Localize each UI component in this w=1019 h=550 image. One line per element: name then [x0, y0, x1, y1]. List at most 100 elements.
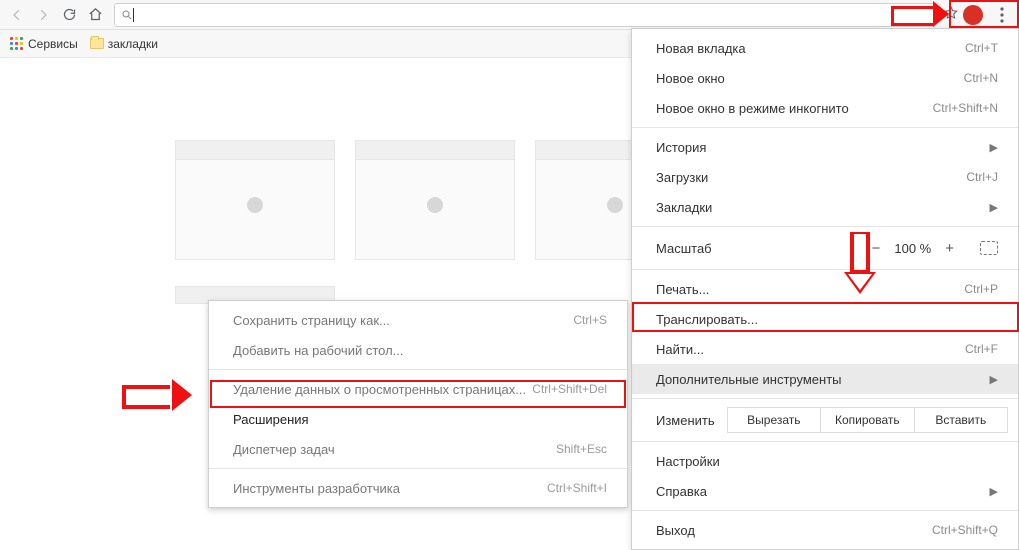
reload-icon — [62, 7, 77, 22]
arrow-left-icon — [10, 8, 24, 22]
apps-label: Сервисы — [28, 37, 78, 51]
home-icon — [88, 7, 103, 22]
reload-button[interactable] — [56, 2, 82, 28]
submenu-clear-data[interactable]: Удаление данных о просмотренных страница… — [209, 374, 627, 404]
menu-separator — [632, 127, 1018, 128]
menu-bookmarks[interactable]: Закладки ▶ — [632, 192, 1018, 222]
shortcut-label: Ctrl+T — [965, 41, 998, 55]
extension-badge-icon[interactable] — [963, 5, 983, 25]
menu-item-label: Удаление данных о просмотренных страница… — [233, 382, 526, 397]
main-menu-button[interactable] — [989, 2, 1015, 28]
menu-item-label: Диспетчер задач — [233, 442, 335, 457]
url-input[interactable] — [138, 7, 930, 22]
annotation-arrow-icon — [122, 381, 192, 407]
apps-shortcut[interactable]: Сервисы — [10, 37, 78, 51]
menu-item-label: Добавить на рабочий стол... — [233, 343, 404, 358]
vertical-dots-icon — [1000, 7, 1004, 23]
annotation-arrow-icon — [842, 232, 878, 296]
text-cursor — [133, 8, 134, 22]
annotation-arrow-icon — [891, 6, 947, 22]
menu-separator — [209, 369, 627, 370]
shortcut-label: Ctrl+Shift+Q — [932, 523, 998, 537]
main-menu: Новая вкладка Ctrl+T Новое окно Ctrl+N Н… — [631, 28, 1019, 550]
edit-paste-button[interactable]: Вставить — [914, 407, 1008, 433]
shortcut-label: Ctrl+N — [964, 71, 998, 85]
menu-help[interactable]: Справка ▶ — [632, 476, 1018, 506]
address-bar[interactable] — [114, 3, 937, 27]
menu-item-label: Новое окно в режиме инкогнито — [656, 101, 849, 116]
submenu-arrow-icon: ▶ — [990, 201, 998, 214]
submenu-save-as[interactable]: Сохранить страницу как... Ctrl+S — [209, 305, 627, 335]
menu-item-label: Новое окно — [656, 71, 725, 86]
menu-item-label: Печать... — [656, 282, 709, 297]
shortcut-label: Ctrl+Shift+N — [933, 101, 998, 115]
menu-settings[interactable]: Настройки — [632, 446, 1018, 476]
menu-separator — [632, 398, 1018, 399]
submenu-arrow-icon: ▶ — [990, 141, 998, 154]
browser-toolbar — [0, 0, 1019, 30]
menu-incognito[interactable]: Новое окно в режиме инкогнито Ctrl+Shift… — [632, 93, 1018, 123]
menu-history[interactable]: История ▶ — [632, 132, 1018, 162]
submenu-task-manager[interactable]: Диспетчер задач Shift+Esc — [209, 434, 627, 464]
menu-print[interactable]: Печать... Ctrl+P — [632, 274, 1018, 304]
arrow-right-icon — [36, 8, 50, 22]
zoom-label: Масштаб — [656, 241, 712, 256]
menu-exit[interactable]: Выход Ctrl+Shift+Q — [632, 515, 1018, 545]
forward-button[interactable] — [30, 2, 56, 28]
bookmarks-folder[interactable]: закладки — [90, 37, 158, 51]
menu-item-label: Закладки — [656, 200, 712, 215]
menu-separator — [632, 441, 1018, 442]
shortcut-label: Ctrl+Shift+I — [547, 481, 607, 495]
ntp-tile[interactable] — [175, 140, 335, 260]
menu-item-label: Транслировать... — [656, 312, 758, 327]
home-button[interactable] — [82, 2, 108, 28]
shortcut-label: Ctrl+S — [573, 313, 607, 327]
menu-edit-row: Изменить Вырезать Копировать Вставить — [632, 403, 1018, 437]
folder-icon — [90, 38, 104, 49]
back-button[interactable] — [4, 2, 30, 28]
menu-separator — [632, 226, 1018, 227]
zoom-value: 100 % — [894, 241, 931, 256]
menu-find[interactable]: Найти... Ctrl+F — [632, 334, 1018, 364]
more-tools-submenu: Сохранить страницу как... Ctrl+S Добавит… — [208, 300, 628, 508]
menu-item-label: История — [656, 140, 706, 155]
menu-zoom: Масштаб − 100 % + — [632, 231, 1018, 265]
menu-more-tools[interactable]: Дополнительные инструменты ▶ — [632, 364, 1018, 394]
edit-cut-button[interactable]: Вырезать — [727, 407, 820, 433]
menu-new-tab[interactable]: Новая вкладка Ctrl+T — [632, 33, 1018, 63]
edit-label: Изменить — [656, 413, 715, 428]
menu-item-label: Найти... — [656, 342, 704, 357]
shortcut-label: Ctrl+P — [964, 282, 998, 296]
menu-item-label: Дополнительные инструменты — [656, 372, 842, 387]
menu-separator — [632, 269, 1018, 270]
apps-grid-icon — [10, 37, 24, 51]
menu-item-label: Выход — [656, 523, 695, 538]
shortcut-label: Ctrl+F — [965, 342, 998, 356]
menu-item-label: Настройки — [656, 454, 720, 469]
menu-separator — [209, 468, 627, 469]
menu-new-window[interactable]: Новое окно Ctrl+N — [632, 63, 1018, 93]
submenu-dev-tools[interactable]: Инструменты разработчика Ctrl+Shift+I — [209, 473, 627, 503]
shortcut-label: Shift+Esc — [556, 442, 607, 456]
ntp-tiles-row — [175, 140, 695, 260]
menu-separator — [632, 510, 1018, 511]
menu-item-label: Сохранить страницу как... — [233, 313, 390, 328]
submenu-add-desktop[interactable]: Добавить на рабочий стол... — [209, 335, 627, 365]
submenu-arrow-icon: ▶ — [990, 373, 998, 386]
edit-copy-button[interactable]: Копировать — [820, 407, 913, 433]
menu-cast[interactable]: Транслировать... — [632, 304, 1018, 334]
fullscreen-icon[interactable] — [980, 241, 998, 255]
menu-item-label: Расширения — [233, 412, 309, 427]
menu-item-label: Загрузки — [656, 170, 708, 185]
submenu-extensions[interactable]: Расширения — [209, 404, 627, 434]
submenu-arrow-icon: ▶ — [990, 485, 998, 498]
menu-downloads[interactable]: Загрузки Ctrl+J — [632, 162, 1018, 192]
menu-item-label: Новая вкладка — [656, 41, 746, 56]
shortcut-label: Ctrl+Shift+Del — [532, 382, 607, 396]
ntp-tile[interactable] — [355, 140, 515, 260]
menu-item-label: Справка — [656, 484, 707, 499]
bookmarks-folder-label: закладки — [108, 37, 158, 51]
zoom-in-button[interactable]: + — [945, 240, 954, 257]
shortcut-label: Ctrl+J — [966, 170, 998, 184]
menu-item-label: Инструменты разработчика — [233, 481, 400, 496]
